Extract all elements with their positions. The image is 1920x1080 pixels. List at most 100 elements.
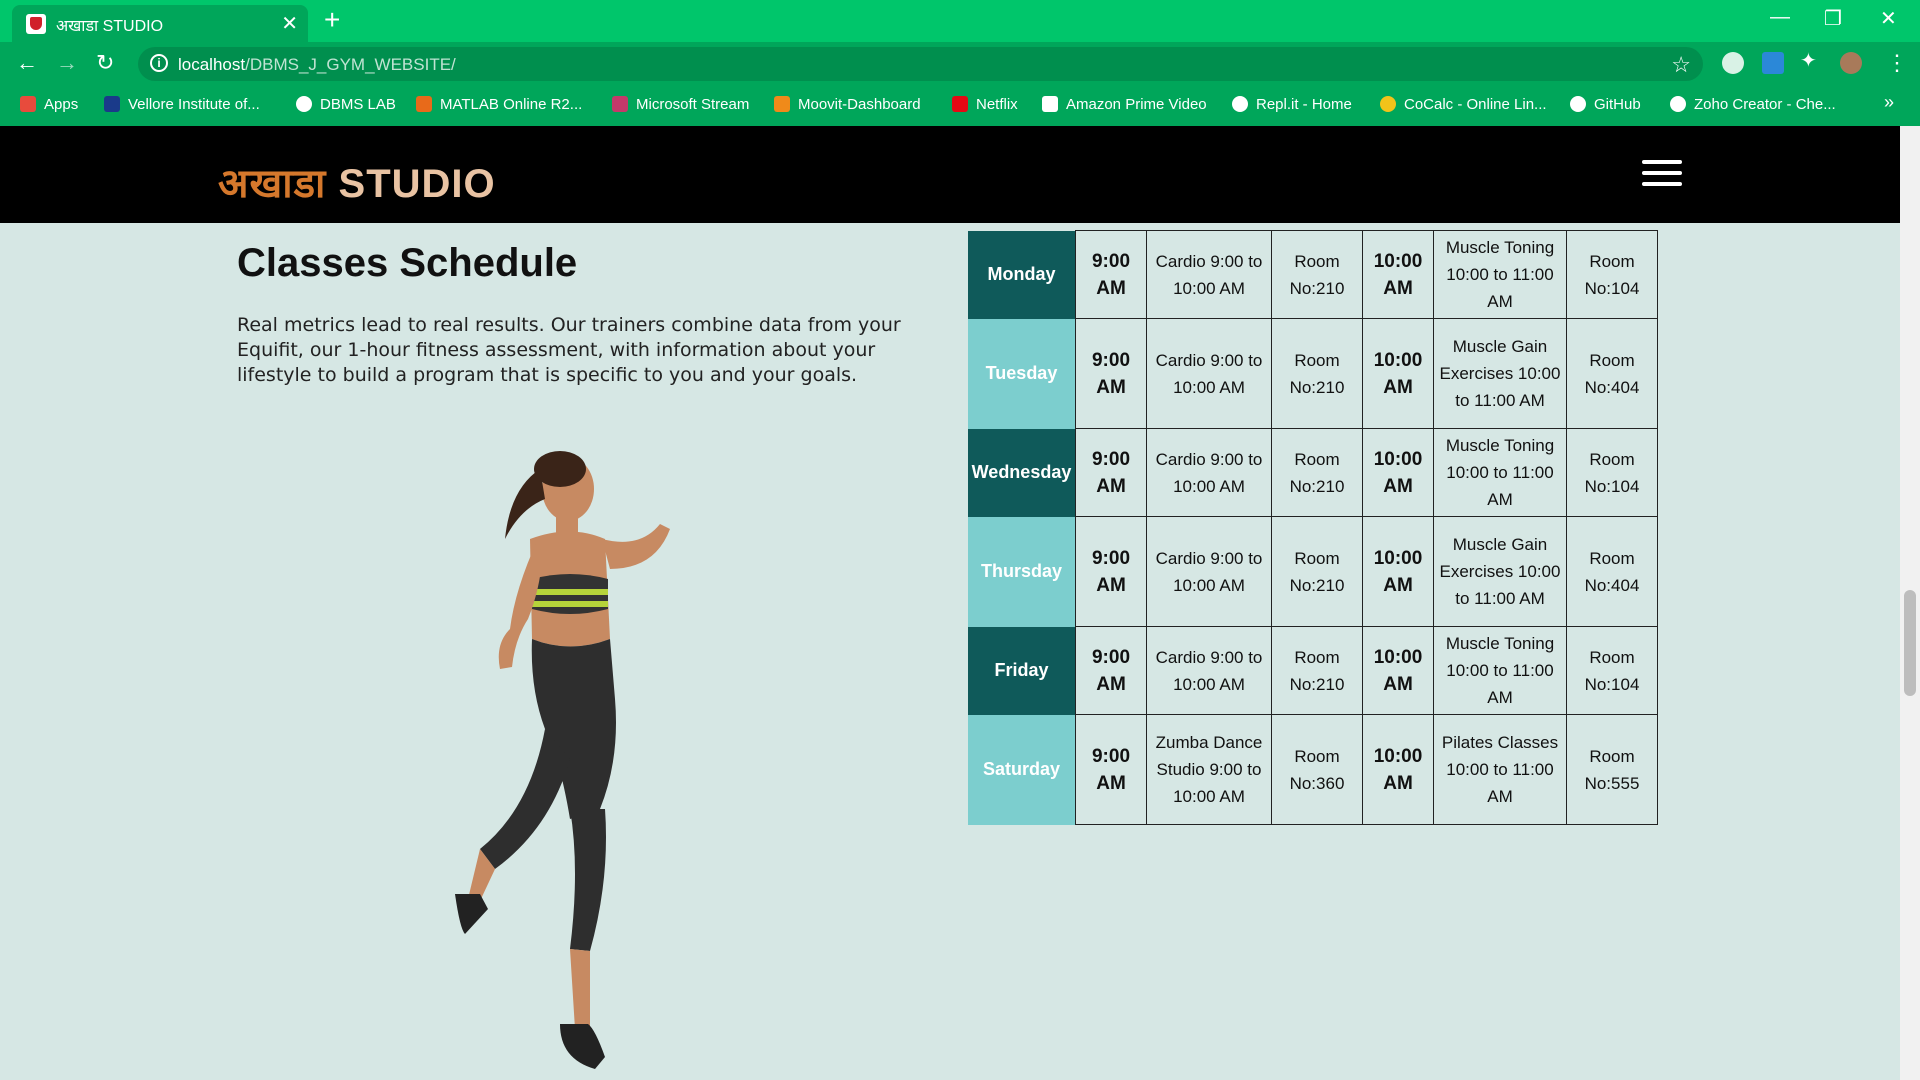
site-info-icon[interactable]: i (150, 54, 168, 72)
schedule-row: Saturday 9:00 AM Zumba Dance Studio 9:00… (968, 714, 1658, 825)
browser-tab[interactable]: अखाडा STUDIO ✕ (12, 5, 308, 42)
bookmark-dbms-lab[interactable]: DBMS LAB (296, 96, 396, 113)
schedule-time-2: 10:00 AM (1362, 714, 1434, 825)
reload-icon[interactable]: ↻ (96, 50, 114, 76)
browser-menu-icon[interactable]: ⋮ (1886, 50, 1908, 76)
schedule-row: Wednesday 9:00 AM Cardio 9:00 to 10:00 A… (968, 428, 1658, 517)
bookmark-star-icon[interactable]: ☆ (1671, 52, 1691, 78)
schedule-day: Friday (968, 626, 1076, 715)
netflix-icon (952, 96, 968, 112)
schedule-class-1: Cardio 9:00 to 10:00 AM (1146, 428, 1272, 517)
globe-icon (1670, 96, 1686, 112)
stream-icon (612, 96, 628, 112)
schedule-row: Friday 9:00 AM Cardio 9:00 to 10:00 AM R… (968, 626, 1658, 715)
scrollbar-thumb[interactable] (1904, 590, 1916, 696)
schedule-room-1: Room No:210 (1271, 318, 1363, 429)
bookmark-replit[interactable]: Repl.it - Home (1232, 96, 1352, 113)
minimize-button[interactable]: — (1770, 6, 1790, 29)
schedule-room-1: Room No:210 (1271, 428, 1363, 517)
matlab-icon (416, 96, 432, 112)
schedule-time-1: 9:00 AM (1075, 516, 1147, 627)
page-viewport: अखाडा STUDIO Classes Schedule Real metri… (0, 126, 1900, 1080)
address-bar[interactable]: i localhost/DBMS_J_GYM_WEBSITE/ ☆ (138, 47, 1703, 81)
site-logo[interactable]: अखाडा STUDIO (218, 154, 496, 209)
bookmark-github[interactable]: GitHub (1570, 96, 1641, 113)
back-arrow-icon[interactable]: ← (16, 50, 38, 76)
bookmark-cocalc[interactable]: CoCalc - Online Lin... (1380, 96, 1547, 113)
hamburger-menu-icon[interactable] (1642, 160, 1682, 186)
bookmark-vit[interactable]: Vellore Institute of... (104, 96, 260, 113)
schedule-time-1: 9:00 AM (1075, 230, 1147, 319)
moovit-icon (774, 96, 790, 112)
schedule-room-2: Room No:104 (1566, 428, 1658, 517)
extension-off-icon[interactable] (1762, 52, 1784, 74)
bookmarks-bar: Apps Vellore Institute of... DBMS LAB MA… (0, 86, 1920, 126)
schedule-time-2: 10:00 AM (1362, 626, 1434, 715)
runner-woman-image (455, 451, 670, 1069)
tab-title: अखाडा STUDIO (56, 18, 164, 35)
site-header: अखाडा STUDIO (0, 126, 1900, 223)
forward-arrow-icon[interactable]: → (56, 50, 78, 76)
section-description: Real metrics lead to real results. Our t… (237, 314, 901, 386)
schedule-class-2: Muscle Toning 10:00 to 11:00 AM (1433, 428, 1567, 517)
profile-avatar[interactable] (1840, 52, 1862, 74)
schedule-room-2: Room No:555 (1566, 714, 1658, 825)
schedule-class-1: Cardio 9:00 to 10:00 AM (1146, 230, 1272, 319)
url-text: localhost/DBMS_J_GYM_WEBSITE/ (178, 55, 456, 74)
schedule-row: Tuesday 9:00 AM Cardio 9:00 to 10:00 AM … (968, 318, 1658, 429)
bookmark-prime[interactable]: Amazon Prime Video (1042, 96, 1207, 113)
schedule-day: Thursday (968, 516, 1076, 627)
bookmark-zoho[interactable]: Zoho Creator - Che... (1670, 96, 1836, 113)
page-scrollbar[interactable] (1900, 126, 1920, 1080)
schedule-room-2: Room No:104 (1566, 230, 1658, 319)
classes-section: Classes Schedule Real metrics lead to re… (0, 223, 1900, 1080)
site-favicon-icon (26, 14, 46, 34)
bookmark-apps[interactable]: Apps (20, 96, 78, 113)
schedule-room-2: Room No:404 (1566, 318, 1658, 429)
globe-icon (296, 96, 312, 112)
bookmark-matlab[interactable]: MATLAB Online R2... (416, 96, 582, 113)
bookmark-moovit[interactable]: Moovit-Dashboard (774, 96, 921, 113)
schedule-room-2: Room No:104 (1566, 626, 1658, 715)
bookmark-stream[interactable]: Microsoft Stream (612, 96, 749, 113)
browser-tab-strip: अखाडा STUDIO ✕ + — ❐ ✕ (0, 0, 1920, 42)
schedule-time-2: 10:00 AM (1362, 230, 1434, 319)
extension-icon[interactable] (1722, 52, 1744, 74)
schedule-room-1: Room No:210 (1271, 230, 1363, 319)
schedule-class-2: Pilates Classes 10:00 to 11:00 AM (1433, 714, 1567, 825)
tab-close-icon[interactable]: ✕ (281, 11, 298, 36)
schedule-time-1: 9:00 AM (1075, 428, 1147, 517)
maximize-button[interactable]: ❐ (1824, 6, 1842, 31)
new-tab-button[interactable]: + (324, 4, 340, 36)
schedule-day: Saturday (968, 714, 1076, 825)
schedule-room-1: Room No:360 (1271, 714, 1363, 825)
schedule-class-2: Muscle Gain Exercises 10:00 to 11:00 AM (1433, 318, 1567, 429)
schedule-row: Thursday 9:00 AM Cardio 9:00 to 10:00 AM… (968, 516, 1658, 627)
schedule-time-2: 10:00 AM (1362, 516, 1434, 627)
schedule-class-1: Cardio 9:00 to 10:00 AM (1146, 626, 1272, 715)
schedule-room-1: Room No:210 (1271, 516, 1363, 627)
schedule-class-1: Cardio 9:00 to 10:00 AM (1146, 516, 1272, 627)
cocalc-icon (1380, 96, 1396, 112)
schedule-room-2: Room No:404 (1566, 516, 1658, 627)
puzzle-extensions-icon[interactable]: ✦ (1800, 48, 1822, 72)
schedule-time-2: 10:00 AM (1362, 428, 1434, 517)
browser-toolbar: ← → ↻ i localhost/DBMS_J_GYM_WEBSITE/ ☆ … (0, 42, 1920, 86)
bookmark-netflix[interactable]: Netflix (952, 96, 1018, 113)
amazon-icon (1042, 96, 1058, 112)
schedule-room-1: Room No:210 (1271, 626, 1363, 715)
schedule-class-2: Muscle Gain Exercises 10:00 to 11:00 AM (1433, 516, 1567, 627)
vit-icon (104, 96, 120, 112)
schedule-time-1: 9:00 AM (1075, 626, 1147, 715)
replit-icon (1232, 96, 1248, 112)
schedule-day: Wednesday (968, 428, 1076, 517)
apps-grid-icon (20, 96, 36, 112)
schedule-time-1: 9:00 AM (1075, 318, 1147, 429)
schedule-class-1: Zumba Dance Studio 9:00 to 10:00 AM (1146, 714, 1272, 825)
section-title: Classes Schedule (237, 241, 578, 285)
schedule-day: Monday (968, 230, 1076, 319)
close-window-button[interactable]: ✕ (1880, 6, 1897, 31)
bookmarks-more-button[interactable]: » (1884, 92, 1894, 113)
schedule-day: Tuesday (968, 318, 1076, 429)
schedule-class-2: Muscle Toning 10:00 to 11:00 AM (1433, 230, 1567, 319)
